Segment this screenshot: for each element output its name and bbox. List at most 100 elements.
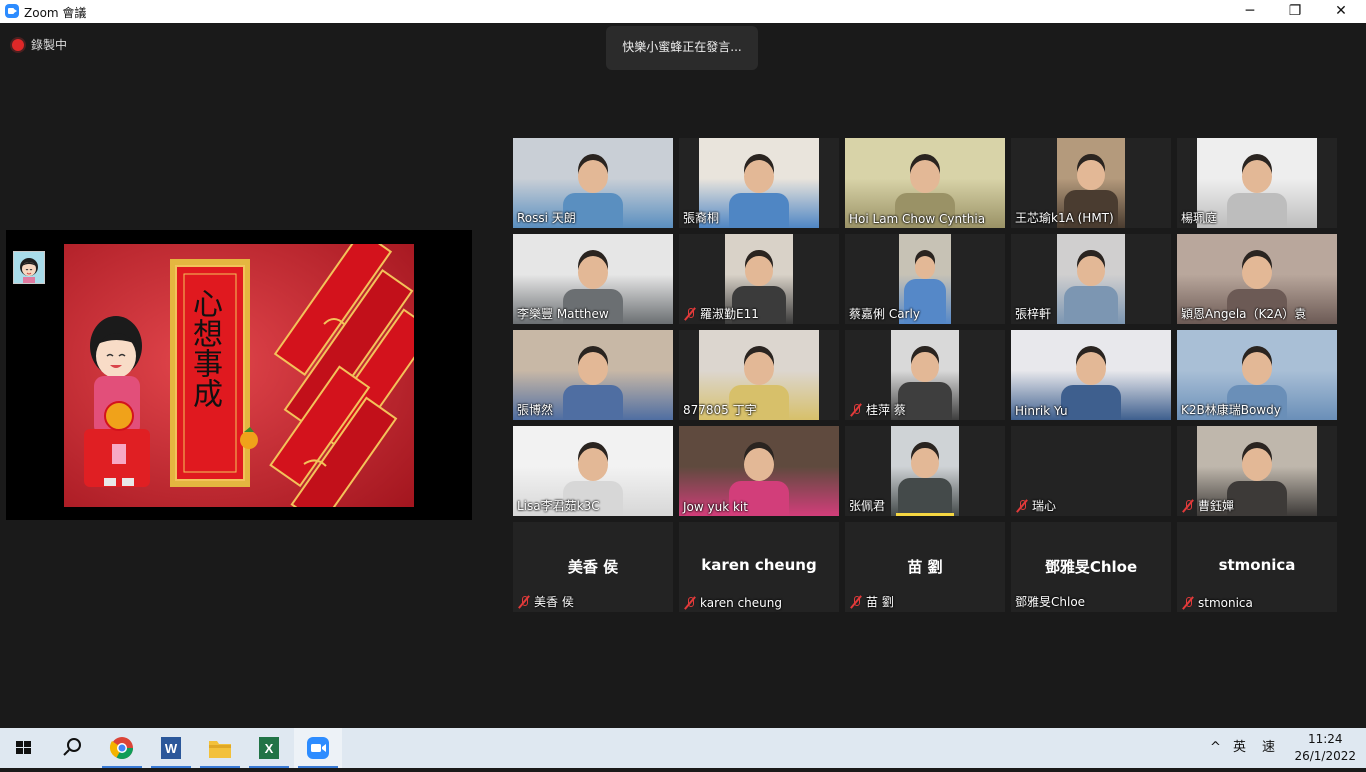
participant-display-name: karen cheung xyxy=(701,556,817,574)
participant-name-label: Jow yuk kit xyxy=(683,500,748,514)
windows-logo-icon xyxy=(16,741,31,754)
participant-tile[interactable]: 曹鈺嬋 xyxy=(1177,426,1337,516)
participant-tile[interactable]: 瑞心 xyxy=(1011,426,1171,516)
participant-silhouette xyxy=(1242,256,1272,289)
ime-mode-indicator[interactable]: 速 xyxy=(1262,728,1275,768)
record-icon xyxy=(12,38,24,51)
participant-tile[interactable]: 楊珮庭 xyxy=(1177,138,1337,228)
participant-name-label: 瑞心 xyxy=(1015,497,1056,514)
clock-time: 11:24 xyxy=(1307,732,1343,746)
participant-name: 瑞心 xyxy=(1032,499,1057,513)
participant-name: 王芯瑜k1A (HMT) xyxy=(1015,211,1114,225)
participant-name-label: 美香 侯 xyxy=(517,593,574,610)
excel-icon: X xyxy=(259,737,279,759)
participant-name-label: K2B林康瑞Bowdy xyxy=(1181,401,1281,418)
participant-tile[interactable]: Hinrik Yu xyxy=(1011,330,1171,420)
participant-name-label: karen cheung xyxy=(683,596,782,610)
participant-tile[interactable]: stmonica stmonica xyxy=(1177,522,1337,612)
participant-name: 苗 劉 xyxy=(866,595,894,609)
participant-silhouette xyxy=(578,448,608,481)
start-button[interactable] xyxy=(0,728,48,768)
participant-tile[interactable]: 苗 劉苗 劉 xyxy=(845,522,1005,612)
participant-tile[interactable]: 張裔桐 xyxy=(679,138,839,228)
excel-taskbar-button[interactable]: X xyxy=(245,728,293,768)
participant-silhouette xyxy=(1242,448,1272,481)
participant-tile[interactable]: 李樂豐 Matthew xyxy=(513,234,673,324)
participant-name-label: 曹鈺嬋 xyxy=(1181,497,1234,514)
participant-tile[interactable]: Rossi 天朗 xyxy=(513,138,673,228)
participant-tile[interactable]: 美香 侯美香 侯 xyxy=(513,522,673,612)
presentation-slide: 心想事成 xyxy=(64,244,414,507)
svg-text:W: W xyxy=(165,741,178,756)
participant-name-label: 李樂豐 Matthew xyxy=(517,305,609,322)
participant-name: karen cheung xyxy=(700,596,782,610)
search-button[interactable] xyxy=(48,728,96,768)
participant-body xyxy=(1227,481,1287,516)
recording-label: 錄製中 xyxy=(31,38,68,52)
file-explorer-taskbar-button[interactable] xyxy=(196,728,244,768)
title-bar: Zoom 會議 ─ ❐ ✕ xyxy=(0,0,1366,23)
participant-tile[interactable]: Jow yuk kit xyxy=(679,426,839,516)
participant-tile[interactable]: Lisa李君茹k3C xyxy=(513,426,673,516)
participant-tile[interactable]: Hoi Lam Chow Cynthia xyxy=(845,138,1005,228)
participant-body xyxy=(563,385,623,420)
mic-muted-icon xyxy=(683,596,697,610)
participant-name: Hoi Lam Chow Cynthia xyxy=(849,212,986,226)
participant-name: 張博然 xyxy=(517,403,554,417)
zoom-icon xyxy=(307,737,329,759)
ime-language-indicator[interactable]: 英 xyxy=(1233,728,1246,768)
participant-tile[interactable]: 張梓軒 xyxy=(1011,234,1171,324)
word-taskbar-button[interactable]: W xyxy=(147,728,195,768)
tray-overflow-caret[interactable]: ^ xyxy=(1210,728,1221,768)
participant-tile[interactable]: 張博然 xyxy=(513,330,673,420)
participant-name-label: 张佩君 xyxy=(849,497,885,514)
mic-muted-icon xyxy=(1181,596,1195,610)
participant-tile[interactable]: 羅淑勤E11 xyxy=(679,234,839,324)
participant-tile[interactable]: 桂萍 蔡 xyxy=(845,330,1005,420)
participant-tile[interactable]: K2B林康瑞Bowdy xyxy=(1177,330,1337,420)
participant-silhouette xyxy=(578,256,608,289)
participant-name: 曹鈺嬋 xyxy=(1198,499,1235,513)
participant-name: 蔡嘉俐 Carly xyxy=(849,307,920,321)
minimize-button[interactable]: ─ xyxy=(1227,0,1273,23)
mic-muted-icon xyxy=(1015,499,1029,513)
participant-tile[interactable]: 877805 丁宇 xyxy=(679,330,839,420)
participant-name: 鄧雅旻Chloe xyxy=(1015,595,1086,609)
participant-silhouette xyxy=(1077,256,1105,286)
participant-silhouette xyxy=(1076,352,1106,385)
participant-tile[interactable]: 蔡嘉俐 Carly xyxy=(845,234,1005,324)
recording-indicator[interactable]: 錄製中 xyxy=(12,36,67,53)
shared-screen-panel[interactable]: 心想事成 xyxy=(6,230,472,520)
participant-body xyxy=(1061,385,1121,420)
participant-body xyxy=(1063,285,1119,324)
chrome-taskbar-button[interactable] xyxy=(98,728,146,768)
zoom-taskbar-button[interactable] xyxy=(294,728,342,768)
participant-tile[interactable]: karen cheung karen cheung xyxy=(679,522,839,612)
participant-name-label: 877805 丁宇 xyxy=(683,401,757,418)
participant-name: 楊珮庭 xyxy=(1181,211,1218,225)
window-title: Zoom 會議 xyxy=(24,6,87,20)
participant-tile[interactable]: 鄧雅旻Chloe 鄧雅旻Chloe xyxy=(1011,522,1171,612)
participant-tile[interactable]: 王芯瑜k1A (HMT) xyxy=(1011,138,1171,228)
mic-muted-icon xyxy=(849,403,863,417)
system-clock[interactable]: 11:24 26/1/2022 xyxy=(1294,731,1356,765)
participant-name-label: Lisa李君茹k3C xyxy=(517,497,600,514)
close-button[interactable]: ✕ xyxy=(1318,0,1364,23)
participant-tile[interactable]: 穎恩Angela（K2A）袁 xyxy=(1177,234,1337,324)
participant-name-label: 穎恩Angela（K2A）袁 xyxy=(1181,305,1306,322)
search-icon xyxy=(63,738,81,756)
participant-name: 桂萍 蔡 xyxy=(866,403,906,417)
chrome-icon xyxy=(109,737,133,759)
participant-display-name: 苗 劉 xyxy=(907,558,943,576)
restore-button[interactable]: ❐ xyxy=(1272,0,1318,23)
participant-name-label: 蔡嘉俐 Carly xyxy=(849,305,920,322)
participant-name-label: 張梓軒 xyxy=(1015,305,1051,322)
participant-silhouette xyxy=(744,160,774,193)
mic-muted-icon xyxy=(849,595,863,609)
participant-body xyxy=(729,193,789,228)
participant-name-label: 王芯瑜k1A (HMT) xyxy=(1015,209,1114,226)
participant-tile[interactable]: 张佩君 xyxy=(845,426,1005,516)
participant-name-label: Rossi 天朗 xyxy=(517,209,576,226)
participant-silhouette xyxy=(745,256,773,286)
svg-text:X: X xyxy=(265,741,274,756)
